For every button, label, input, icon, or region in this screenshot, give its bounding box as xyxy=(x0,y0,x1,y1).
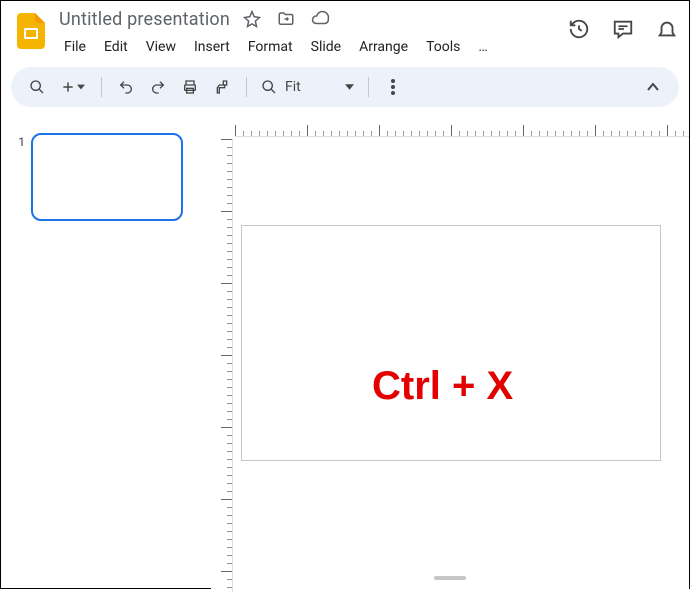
toolbar: Fit xyxy=(11,67,679,107)
history-icon[interactable] xyxy=(567,17,591,41)
menu-arrange[interactable]: Arrange xyxy=(352,35,415,59)
star-icon[interactable] xyxy=(240,7,264,31)
comments-icon[interactable] xyxy=(611,17,635,41)
new-slide-button[interactable] xyxy=(55,73,91,101)
slide-number: 1 xyxy=(11,133,25,149)
workspace: 1 Ctrl + X xyxy=(1,115,689,592)
title-area: Untitled presentation File Edit View Ins… xyxy=(55,7,567,65)
print-icon[interactable] xyxy=(176,73,204,101)
zoom-dropdown[interactable]: Fit xyxy=(257,79,358,95)
collapse-toolbar-icon[interactable] xyxy=(639,73,667,101)
speaker-notes-handle[interactable] xyxy=(434,576,466,580)
menu-more[interactable]: … xyxy=(471,35,494,59)
filmstrip[interactable]: 1 xyxy=(1,115,211,592)
more-tools-icon[interactable] xyxy=(379,73,407,101)
zoom-label: Fit xyxy=(283,79,303,95)
header-right xyxy=(567,7,679,41)
slide-thumbnail[interactable] xyxy=(31,133,183,221)
slides-logo[interactable] xyxy=(11,11,51,51)
menu-format[interactable]: Format xyxy=(241,35,300,59)
menu-tools[interactable]: Tools xyxy=(419,35,467,59)
slide-canvas[interactable]: Ctrl + X xyxy=(241,225,661,461)
doc-title[interactable]: Untitled presentation xyxy=(59,9,230,30)
list-item[interactable]: 1 xyxy=(11,133,201,221)
separator xyxy=(246,77,247,97)
undo-icon[interactable] xyxy=(112,73,140,101)
menu-bar: File Edit View Insert Format Slide Arran… xyxy=(55,31,567,65)
header: Untitled presentation File Edit View Ins… xyxy=(1,1,689,65)
overlay-shortcut-text: Ctrl + X xyxy=(372,364,513,409)
redo-icon[interactable] xyxy=(144,73,172,101)
paint-format-icon[interactable] xyxy=(208,73,236,101)
toolbar-container: Fit xyxy=(1,65,689,115)
menu-slide[interactable]: Slide xyxy=(304,35,348,59)
search-menus-icon[interactable] xyxy=(23,73,51,101)
menu-edit[interactable]: Edit xyxy=(97,35,135,59)
separator xyxy=(101,77,102,97)
move-folder-icon[interactable] xyxy=(274,7,298,31)
notification-icon[interactable] xyxy=(655,17,679,41)
canvas-area: Ctrl + X xyxy=(211,115,689,592)
separator xyxy=(368,77,369,97)
menu-file[interactable]: File xyxy=(57,35,93,59)
menu-view[interactable]: View xyxy=(139,35,183,59)
menu-insert[interactable]: Insert xyxy=(187,35,237,59)
cloud-status-icon[interactable] xyxy=(308,7,332,31)
horizontal-ruler xyxy=(235,121,689,137)
vertical-ruler xyxy=(217,139,233,592)
